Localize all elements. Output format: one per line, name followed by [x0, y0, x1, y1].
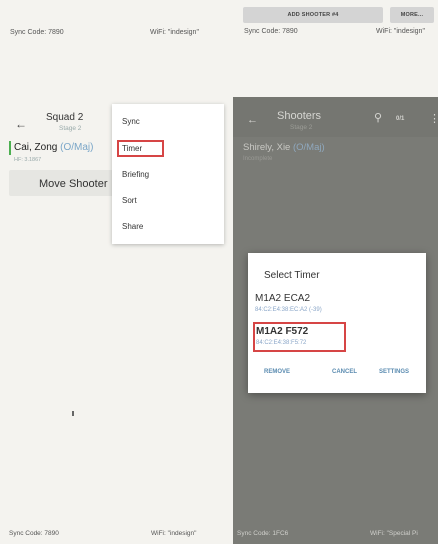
- dialog-title: Select Timer: [264, 270, 320, 281]
- shooter-status-bar: [9, 141, 11, 155]
- right-app-bar: ← Shooters Stage 2 ⚲ 0/1 ⋮: [233, 97, 438, 137]
- timer-mac: 84:C2:E4:38:EC:A2 (-39): [255, 307, 322, 313]
- squad-title: Squad 2: [46, 112, 84, 123]
- shooter-division: (O/Maj): [60, 142, 94, 153]
- top-right-wifi: WiFi: "indesign": [376, 28, 425, 35]
- more-button[interactable]: MORE...: [390, 7, 434, 23]
- left-footer-sync-code: Sync Code: 7890: [9, 530, 59, 537]
- timer-option-2[interactable]: M1A2 F572 84:C2:E4:38:F5:72: [253, 322, 346, 352]
- timer-name: M1A2 F572: [256, 326, 309, 337]
- shooter-row[interactable]: Shirely, Xie (O/Maj): [243, 142, 325, 153]
- top-left-wifi: WiFi: "indesign": [150, 29, 199, 36]
- shooter-status: Incomplete: [243, 156, 273, 162]
- shooter-row[interactable]: Cai, Zong (O/Maj): [14, 142, 93, 153]
- top-left-sync-code: Sync Code: 7890: [10, 29, 64, 36]
- right-footer-wifi: WiFi: "Special Pi: [370, 530, 418, 537]
- overflow-menu: Sync Timer Briefing Sort Share: [112, 104, 224, 244]
- left-footer-wifi: WiFi: "indesign": [151, 530, 197, 537]
- menu-item-share[interactable]: Share: [122, 222, 143, 231]
- timer-option-1[interactable]: M1A2 ECA2 84:C2:E4:38:EC:A2 (-39): [254, 292, 404, 318]
- remove-button[interactable]: REMOVE: [264, 369, 290, 375]
- add-shooter-button[interactable]: ADD SHOOTER #4: [243, 7, 383, 23]
- settings-button[interactable]: SETTINGS: [379, 369, 409, 375]
- squad-subtitle: Stage 2: [59, 125, 82, 132]
- cursor-mark: [72, 411, 74, 416]
- shooter-division: (O/Maj): [292, 142, 325, 153]
- top-right-sync-code: Sync Code: 7890: [244, 28, 298, 35]
- shooters-subtitle: Stage 2: [290, 124, 313, 131]
- select-timer-dialog: Select Timer M1A2 ECA2 84:C2:E4:38:EC:A2…: [248, 253, 426, 393]
- menu-item-briefing[interactable]: Briefing: [122, 170, 149, 179]
- timer-name: M1A2 ECA2: [255, 293, 311, 304]
- menu-item-sort[interactable]: Sort: [122, 196, 137, 205]
- shooter-name: Cai, Zong: [14, 142, 58, 153]
- timer-highlight-box: [117, 140, 164, 157]
- more-vert-icon[interactable]: ⋮: [429, 112, 438, 125]
- shooter-count: 0/1: [396, 116, 405, 122]
- right-footer-sync-code: Sync Code: 1FC6: [237, 530, 289, 537]
- shooter-name: Shirely, Xie: [243, 142, 291, 153]
- shooter-hit-factor: HF: 3.1867: [14, 157, 42, 163]
- move-shooter-label: Move Shooter: [39, 178, 108, 190]
- shooters-title: Shooters: [277, 110, 322, 122]
- back-arrow-icon[interactable]: ←: [247, 114, 258, 126]
- back-arrow-icon[interactable]: ←: [15, 117, 27, 131]
- search-icon[interactable]: ⚲: [374, 111, 382, 124]
- cancel-button[interactable]: CANCEL: [332, 369, 357, 375]
- timer-mac: 84:C2:E4:38:F5:72: [256, 340, 307, 346]
- menu-item-sync[interactable]: Sync: [122, 117, 140, 126]
